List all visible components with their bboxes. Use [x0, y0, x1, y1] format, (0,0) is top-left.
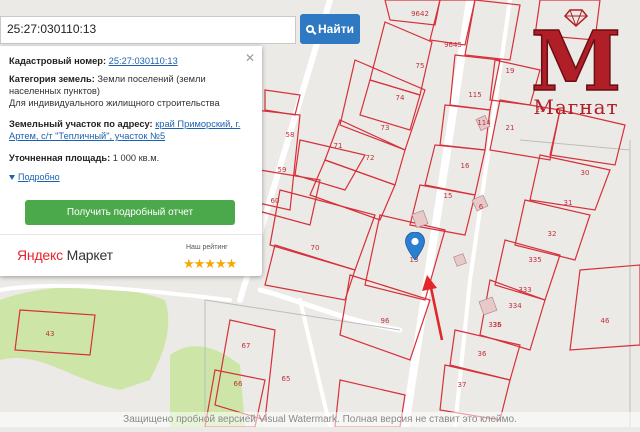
plot-number-label: 30 — [581, 169, 590, 177]
plot-number-label: 35 — [493, 321, 502, 329]
plot-number-label: 58 — [286, 131, 295, 139]
search-icon — [306, 25, 314, 33]
plot-number-label: 59 — [278, 166, 287, 174]
cadastral-link[interactable]: 25:27:030110:13 — [109, 56, 178, 66]
plot-number-label: 70 — [311, 244, 320, 252]
cadastral-row: Кадастровый номер: 25:27:030110:13 — [9, 55, 247, 67]
plot-number-label: 21 — [506, 124, 515, 132]
plot-number-label: 74 — [396, 94, 405, 102]
plot-number-label: 32 — [548, 230, 557, 238]
plot-number-label: 71 — [334, 142, 343, 150]
logo-part-yandex: Яндекс — [17, 247, 63, 263]
plot-number-label: 31 — [564, 199, 573, 207]
details-link-label: Подробно — [18, 172, 60, 182]
plot-number-label: 9645 — [444, 41, 462, 49]
magnat-logo: М Магнат — [530, 9, 622, 119]
plot-number-label: 43 — [46, 330, 55, 338]
get-report-button[interactable]: Получить подробный отчет — [25, 200, 235, 225]
parcel-info-popup: ✕ Кадастровый номер: 25:27:030110:13 Кат… — [0, 46, 262, 276]
search-button-label: Найти — [318, 22, 354, 36]
category-row: Категория земель: Земли поселений (земли… — [9, 73, 247, 97]
address-label: Земельный участок по адресу: — [9, 119, 153, 129]
plot-number-label: 16 — [461, 162, 470, 170]
plot-number-label: 15 — [444, 192, 453, 200]
plot-number-label: 333 — [518, 286, 531, 294]
watermark-text: Защищено пробной версией Visual Watermar… — [0, 412, 640, 427]
plot-number-label: 65 — [282, 375, 291, 383]
plot-number-label: 335 — [528, 256, 541, 264]
plot-number-label: 66 — [234, 380, 243, 388]
plot-number-label: 6 — [479, 203, 484, 211]
plot-number-label: 115 — [468, 91, 481, 99]
plot-number-label: 36 — [478, 350, 487, 358]
details-link[interactable]: Подробно — [9, 172, 60, 182]
plot-number-label: 334 — [508, 302, 522, 310]
logo-part-market: Маркет — [66, 247, 113, 263]
plot-number-label: 96 — [381, 317, 390, 325]
cadastral-search-input[interactable]: 25:27:030110:13 — [0, 16, 296, 44]
plot-number-label: 60 — [271, 197, 280, 205]
rating-stars: ★★★★★ — [183, 256, 237, 271]
divider — [0, 234, 262, 235]
address-row: Земельный участок по адресу: край Примор… — [9, 118, 247, 142]
plot-number-label: 114 — [477, 119, 491, 127]
logo-text: Магнат — [533, 95, 618, 119]
location-marker-icon[interactable] — [405, 232, 425, 260]
area-row: Уточненная площадь: 1 000 кв.м. — [9, 152, 247, 164]
rating-label: Наш рейтинг — [186, 244, 228, 251]
plot-number-label: 72 — [366, 154, 375, 162]
area-value: 1 000 кв.м. — [112, 153, 160, 163]
plot-number-label: 37 — [458, 381, 467, 389]
usage-text: Для индивидуального жилищного строительс… — [9, 98, 220, 108]
search-button[interactable]: Найти — [300, 14, 360, 44]
plot-number-label: 46 — [601, 317, 610, 325]
area-label: Уточненная площадь: — [9, 153, 111, 163]
plot-number-label: 67 — [242, 342, 251, 350]
yandex-market-logo[interactable]: Яндекс Маркет — [17, 247, 113, 263]
chevron-down-icon — [9, 175, 15, 180]
category-label: Категория земель: — [9, 74, 95, 84]
plot-number-label: 75 — [416, 62, 425, 70]
plot-number-label: 9642 — [411, 10, 429, 18]
plot-number-label: 73 — [381, 124, 390, 132]
cadastral-label: Кадастровый номер: — [9, 56, 107, 66]
